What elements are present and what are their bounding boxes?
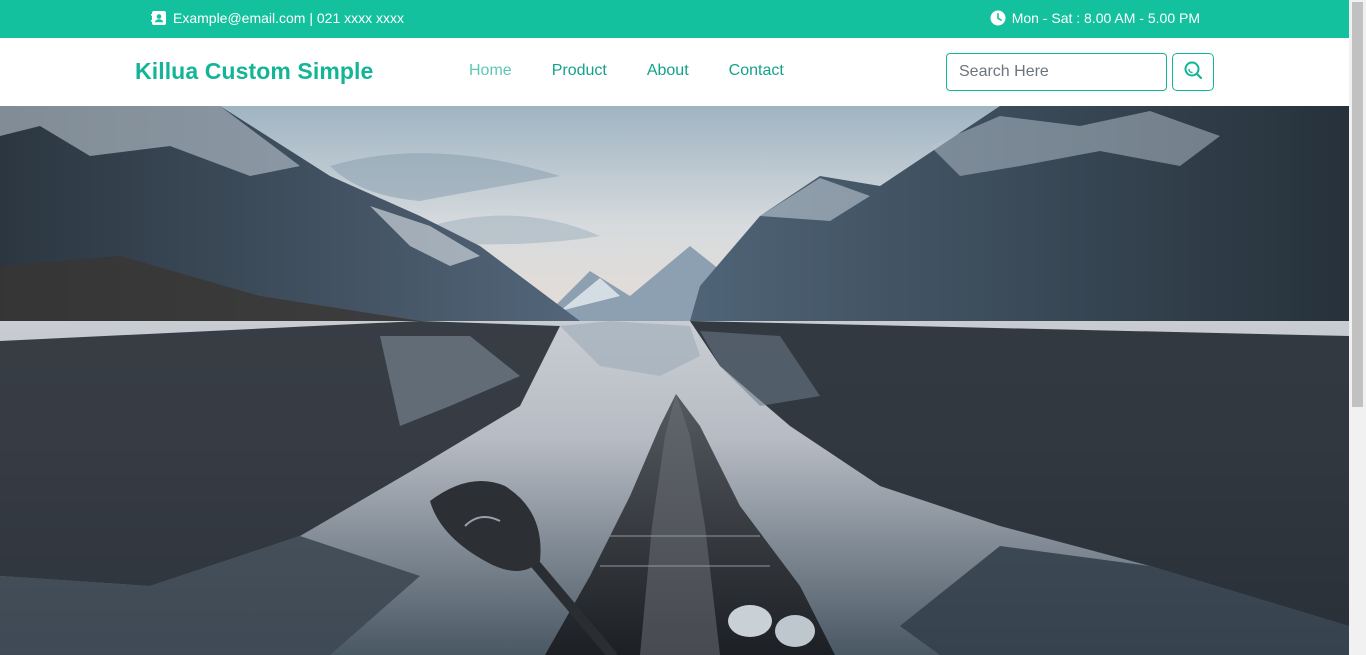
clock-icon	[990, 10, 1006, 26]
business-hours: Mon - Sat : 8.00 AM - 5.00 PM	[990, 10, 1200, 26]
contact-text: Example@email.com | 021 xxxx xxxx	[173, 10, 405, 26]
brand-logo[interactable]: Killua Custom Simple	[135, 58, 373, 85]
search-input[interactable]	[946, 53, 1167, 91]
hero-banner-image	[0, 106, 1349, 655]
scrollbar-thumb[interactable]	[1352, 2, 1363, 407]
search-button[interactable]	[1172, 53, 1214, 91]
nav-link-product[interactable]: Product	[552, 62, 607, 80]
hours-text: Mon - Sat : 8.00 AM - 5.00 PM	[1011, 10, 1200, 26]
top-info-bar: Example@email.com | 021 xxxx xxxx Mon - …	[0, 0, 1349, 38]
nav-link-home[interactable]: Home	[469, 62, 512, 80]
nav-link-contact[interactable]: Contact	[729, 62, 784, 80]
main-navbar: Killua Custom Simple Home Product About …	[0, 38, 1349, 106]
nav-links: Home Product About Contact	[469, 62, 784, 80]
search-icon	[1183, 60, 1203, 85]
page-scrollbar[interactable]	[1349, 0, 1366, 655]
contact-card-icon	[151, 10, 167, 26]
contact-info: Example@email.com | 021 xxxx xxxx	[151, 10, 404, 26]
nav-link-about[interactable]: About	[647, 62, 689, 80]
